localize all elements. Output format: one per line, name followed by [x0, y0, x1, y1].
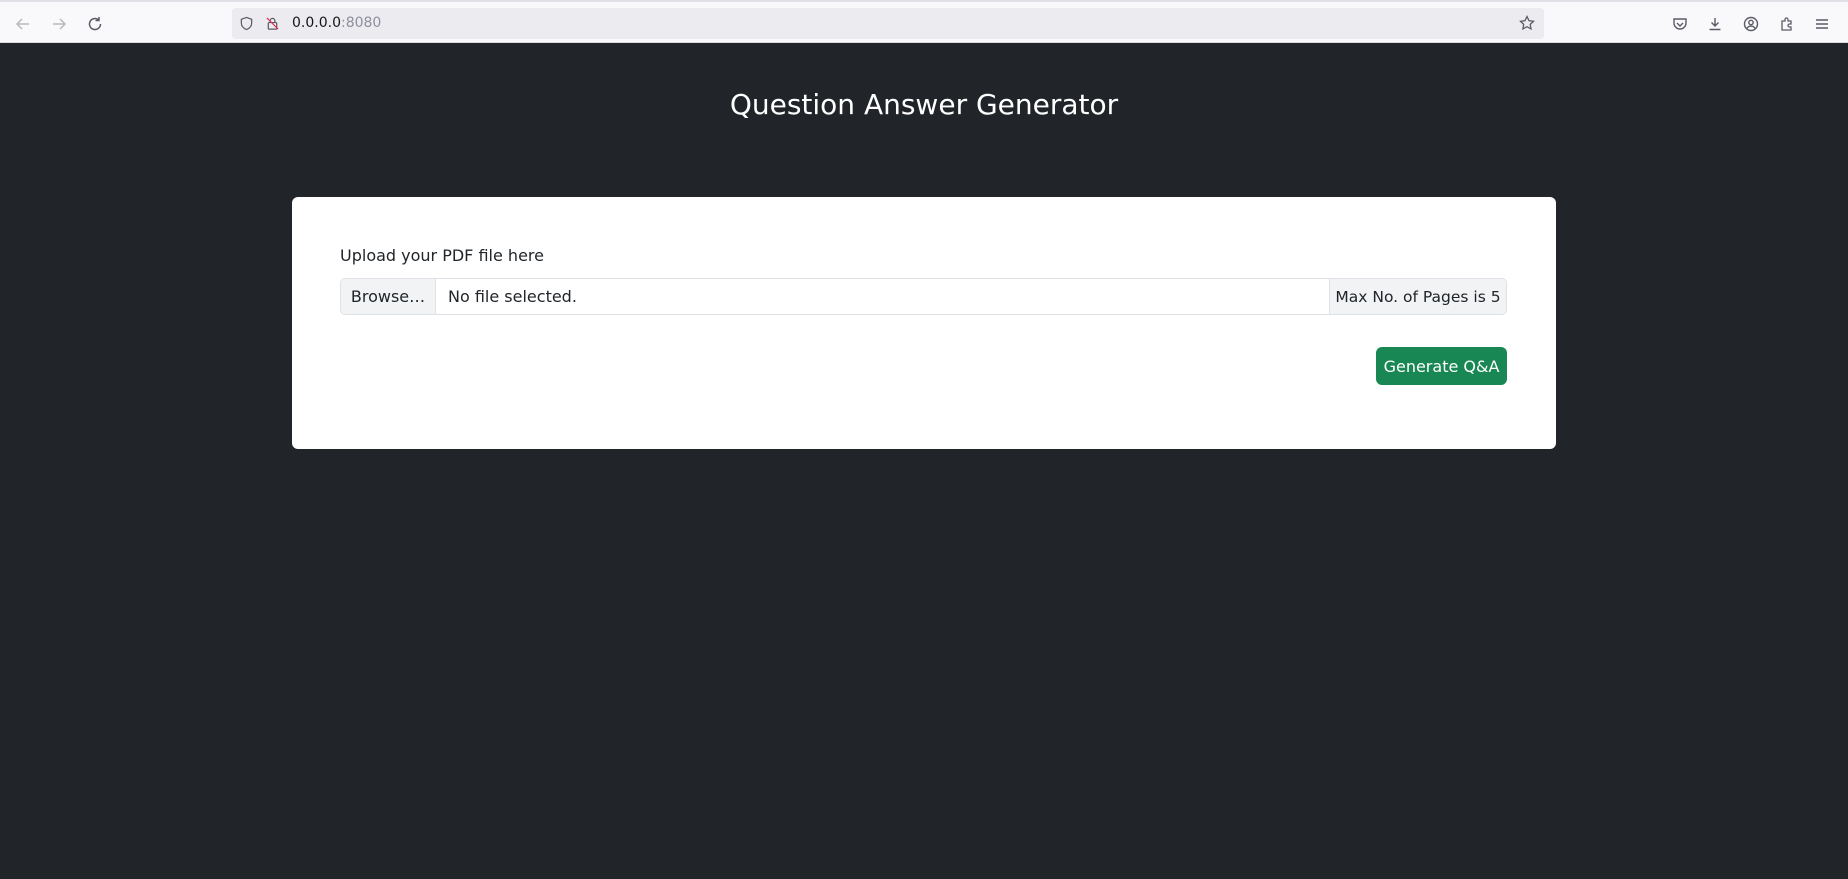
menu-button[interactable]: [1808, 10, 1836, 38]
url-port: :8080: [340, 15, 382, 31]
max-pages-note: Max No. of Pages is 5: [1329, 279, 1506, 314]
file-status[interactable]: No file selected.: [436, 279, 1329, 314]
download-icon: [1709, 18, 1721, 31]
upload-card: Upload your PDF file here Browse… No fil…: [292, 197, 1556, 449]
generate-qa-button[interactable]: Generate Q&A: [1376, 347, 1507, 385]
hamburger-menu-icon: [1816, 19, 1828, 29]
upload-label: Upload your PDF file here: [340, 246, 544, 265]
page-title: Question Answer Generator: [729, 88, 1119, 121]
extensions-button[interactable]: [1773, 10, 1801, 38]
url-host: 0.0.0.0: [292, 15, 341, 31]
forward-button[interactable]: [45, 10, 73, 38]
account-icon: [1743, 16, 1759, 32]
browser-toolbar: 0.0.0.0:8080: [0, 0, 1848, 43]
reload-icon: [88, 17, 102, 31]
browse-button[interactable]: Browse…: [341, 279, 436, 314]
back-button[interactable]: [9, 10, 37, 38]
insecure-lock-icon[interactable]: [264, 15, 281, 32]
arrow-right-icon: [53, 18, 67, 30]
url-text[interactable]: 0.0.0.0:8080: [292, 15, 381, 31]
puzzle-icon: [1781, 17, 1792, 31]
pocket-button[interactable]: [1666, 10, 1694, 38]
shield-icon[interactable]: [238, 15, 255, 32]
reload-button[interactable]: [81, 10, 109, 38]
account-button[interactable]: [1737, 10, 1765, 38]
downloads-button[interactable]: [1701, 10, 1729, 38]
address-bar[interactable]: 0.0.0.0:8080: [232, 8, 1544, 39]
pocket-icon: [1673, 18, 1687, 30]
bookmark-star-icon[interactable]: [1519, 14, 1536, 32]
arrow-left-icon: [15, 18, 29, 30]
file-input-group[interactable]: Browse… No file selected. Max No. of Pag…: [340, 278, 1507, 315]
